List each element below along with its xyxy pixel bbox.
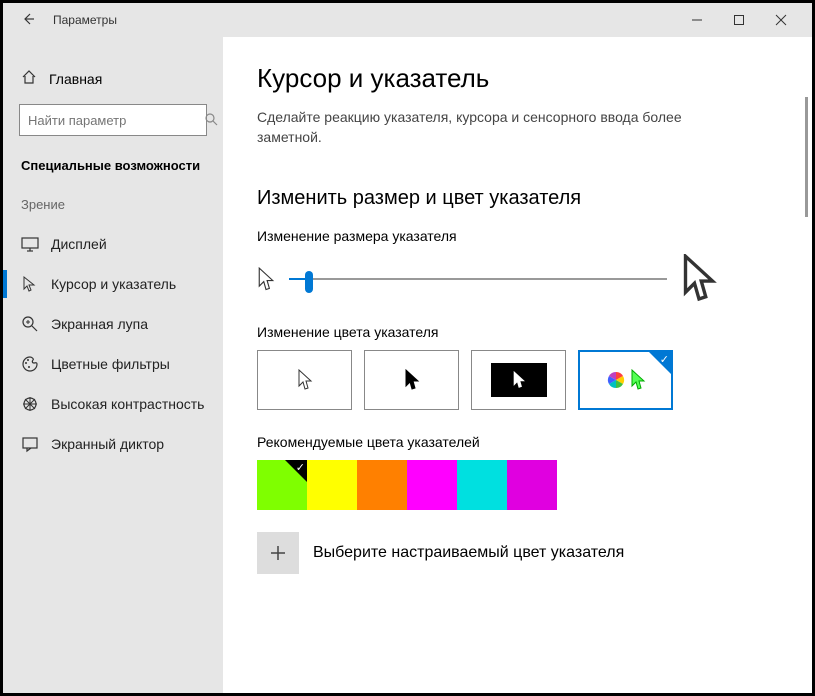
sidebar-item-colorfilters[interactable]: Цветные фильтры [3, 344, 223, 384]
search-icon [204, 112, 218, 129]
cursor-large-icon [681, 254, 717, 304]
pointer-size-slider[interactable] [289, 269, 667, 289]
magnifier-icon [21, 315, 39, 333]
sidebar-item-label: Дисплей [51, 236, 107, 252]
custom-color-row: Выберите настраиваемый цвет указателя [257, 532, 794, 574]
slider-thumb[interactable] [305, 271, 313, 293]
sidebar-item-contrast[interactable]: Высокая контрастность [3, 384, 223, 424]
sidebar-item-label: Курсор и указатель [51, 276, 176, 292]
window-body: Главная Специальные возможности Зрение Д… [3, 37, 812, 693]
home-link[interactable]: Главная [3, 61, 223, 104]
swatch-yellow[interactable] [307, 460, 357, 510]
color-wheel-icon [606, 370, 626, 390]
palette-icon [21, 355, 39, 373]
cursor-icon [21, 275, 39, 293]
sidebar-item-display[interactable]: Дисплей [3, 224, 223, 264]
display-icon [21, 235, 39, 253]
plus-icon [270, 545, 286, 561]
pointer-white-option[interactable] [257, 350, 352, 410]
custom-color-label: Выберите настраиваемый цвет указателя [313, 544, 624, 562]
sidebar-item-magnifier[interactable]: Экранная лупа [3, 304, 223, 344]
swatch-lime[interactable]: ✓ [257, 460, 307, 510]
close-button[interactable] [774, 13, 788, 27]
window-title: Параметры [53, 13, 117, 27]
titlebar: Параметры [3, 3, 812, 37]
size-label: Изменение размера указателя [257, 228, 794, 244]
recommended-label: Рекомендуемые цвета указателей [257, 434, 794, 450]
home-icon [21, 69, 37, 88]
swatch-orange[interactable] [357, 460, 407, 510]
contrast-icon [21, 395, 39, 413]
maximize-button[interactable] [732, 13, 746, 27]
minimize-button[interactable] [690, 13, 704, 27]
pointer-black-option[interactable] [364, 350, 459, 410]
sidebar-item-cursor[interactable]: Курсор и указатель [3, 264, 223, 304]
scrollbar[interactable] [805, 97, 808, 217]
main-content: Курсор и указатель Сделайте реакцию указ… [223, 37, 812, 693]
pointer-custom-option[interactable]: ✓ [578, 350, 673, 410]
sidebar-item-label: Высокая контрастность [51, 396, 204, 412]
home-label: Главная [49, 71, 102, 87]
recommended-colors: ✓ [257, 460, 794, 510]
color-label: Изменение цвета указателя [257, 324, 794, 340]
swatch-cyan[interactable] [457, 460, 507, 510]
titlebar-left: Параметры [3, 12, 690, 29]
pointer-inverted-option[interactable] [471, 350, 566, 410]
category-title: Специальные возможности [3, 154, 223, 191]
narrator-icon [21, 435, 39, 453]
sidebar-item-label: Экранный диктор [51, 436, 164, 452]
invert-strip [491, 363, 547, 397]
sidebar-item-narrator[interactable]: Экранный диктор [3, 424, 223, 464]
settings-window: Параметры Главная Специальные возможност… [0, 0, 815, 696]
pointer-size-row [257, 254, 717, 304]
window-controls [690, 13, 812, 27]
pointer-color-options: ✓ [257, 350, 794, 410]
group-label: Зрение [3, 191, 223, 224]
cursor-green-icon [630, 369, 646, 391]
swatch-magenta[interactable] [407, 460, 457, 510]
back-button[interactable] [21, 12, 35, 29]
swatch-pink[interactable] [507, 460, 557, 510]
cursor-small-icon [257, 267, 275, 292]
check-icon: ✓ [296, 461, 305, 474]
page-description: Сделайте реакцию указателя, курсора и се… [257, 108, 687, 147]
page-title: Курсор и указатель [257, 63, 794, 94]
add-custom-color-button[interactable] [257, 532, 299, 574]
search-box[interactable] [19, 104, 207, 136]
sidebar: Главная Специальные возможности Зрение Д… [3, 37, 223, 693]
search-input[interactable] [28, 113, 204, 128]
sidebar-item-label: Цветные фильтры [51, 356, 170, 372]
sidebar-item-label: Экранная лупа [51, 316, 148, 332]
check-icon: ✓ [660, 353, 669, 366]
slider-track [289, 278, 667, 280]
section-title: Изменить размер и цвет указателя [257, 187, 794, 210]
